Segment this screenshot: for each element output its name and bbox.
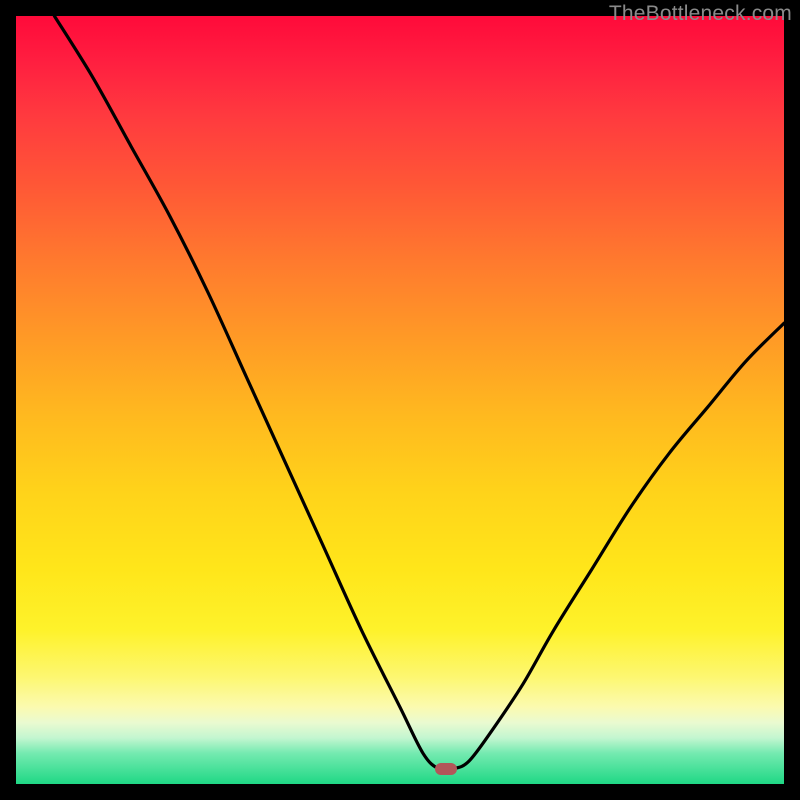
- optimal-point-marker: [435, 763, 457, 775]
- plot-area: [16, 16, 784, 784]
- watermark-text: TheBottleneck.com: [609, 2, 792, 26]
- bottleneck-curve: [16, 16, 784, 784]
- chart-frame: TheBottleneck.com: [0, 0, 800, 800]
